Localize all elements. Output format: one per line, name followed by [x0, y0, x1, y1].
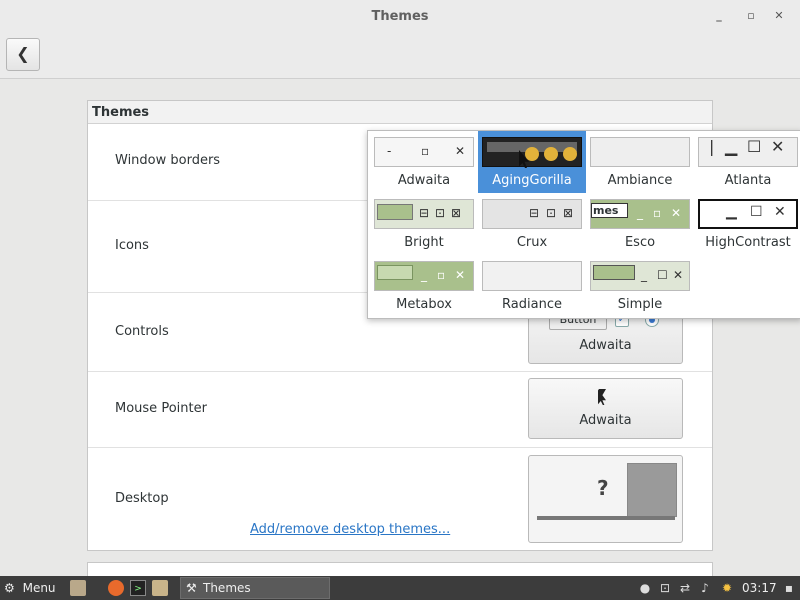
theme-tile-bright[interactable]: ⊟ ⊡ ⊠ Bright — [370, 193, 478, 255]
network-icon[interactable]: ⇄ — [678, 580, 692, 596]
esco-thumb-text: mes — [591, 203, 628, 218]
aginggorilla-thumbnail — [482, 137, 582, 167]
chevron-left-icon: ❮ — [16, 44, 30, 63]
radiance-thumbnail — [482, 261, 582, 291]
clock[interactable]: 03:17 — [742, 576, 777, 600]
window-border-theme-popover: - ▫ ✕ Adwaita AgingGorilla Ambiance | ▁ ☐ ✕ A… — [367, 130, 800, 319]
theme-tile-highcontrast[interactable]: ▁ ☐ ✕ HighContrast — [694, 193, 800, 255]
window-titlebar: Themes _ ▫ ✕ — [0, 0, 800, 32]
user-icon[interactable]: ● — [638, 580, 652, 596]
theme-tile-esco[interactable]: mes _ ▫ ✕ Esco — [586, 193, 694, 255]
window-borders-label: Window borders — [115, 153, 221, 168]
gear-menu-icon: ⚙ — [4, 581, 15, 595]
themes-tool-icon: ⚒ — [186, 581, 197, 595]
theme-name: Ambiance — [607, 173, 673, 188]
theme-tile-crux[interactable]: ⊟ ⊡ ⊠ Crux — [478, 193, 586, 255]
close-window-button[interactable]: ✕ — [772, 9, 786, 23]
desktop-preview-panel — [537, 516, 675, 520]
atlanta-thumbnail: | ▁ ☐ ✕ — [698, 137, 798, 167]
theme-tile-adwaita[interactable]: - ▫ ✕ Adwaita — [370, 131, 478, 193]
menu-label: Menu — [22, 581, 56, 595]
mouse-pointer-theme-picker[interactable]: Adwaita — [528, 378, 683, 439]
esco-thumbnail: mes _ ▫ ✕ — [590, 199, 690, 229]
header-bar: ❮ — [0, 32, 800, 79]
unknown-preview-icon: ? — [597, 476, 609, 500]
theme-name: Radiance — [502, 297, 562, 312]
adwaita-thumbnail: - ▫ ✕ — [374, 137, 474, 167]
ambiance-thumbnail — [590, 137, 690, 167]
theme-tile-aginggorilla[interactable]: AgingGorilla — [478, 131, 586, 193]
menu-button[interactable]: ⚙ Menu — [4, 576, 56, 600]
metabox-thumbnail: _ ▫ ✕ — [374, 261, 474, 291]
taskbar-task-themes[interactable]: ⚒ Themes — [180, 577, 330, 599]
mouse-pointer-theme-name: Adwaita — [579, 413, 632, 428]
terminal-launcher-icon[interactable]: > — [130, 580, 146, 596]
highcontrast-thumbnail: ▁ ☐ ✕ — [698, 199, 798, 229]
back-button[interactable]: ❮ — [6, 38, 40, 71]
taskbar: ⚙ Menu > ⚒ Themes ● ⊡ ⇄ ♪ ✹ 03:17 ▪ — [0, 576, 800, 600]
themes-panel-header: Themes — [88, 101, 712, 124]
maximize-button[interactable]: ▫ — [744, 9, 758, 23]
theme-tile-metabox[interactable]: _ ▫ ✕ Metabox — [370, 255, 478, 317]
controls-theme-name: Adwaita — [579, 338, 632, 353]
minimize-button[interactable]: _ — [712, 9, 726, 23]
weather-icon[interactable]: ✹ — [720, 580, 734, 596]
theme-name: Bright — [404, 235, 444, 250]
file-manager-launcher-icon[interactable] — [70, 580, 86, 596]
desktop-row: Desktop Add/remove desktop themes... ? — [88, 448, 712, 550]
desktop-preview-window — [627, 463, 677, 517]
add-remove-desktop-themes-link[interactable]: Add/remove desktop themes... — [250, 522, 450, 537]
theme-name: Esco — [624, 235, 656, 250]
show-desktop-icon[interactable]: ▪ — [782, 580, 796, 596]
theme-name: Atlanta — [724, 173, 772, 188]
desktop-theme-picker[interactable]: ? — [528, 455, 683, 543]
volume-icon[interactable]: ♪ — [698, 580, 712, 596]
controls-label: Controls — [115, 324, 169, 339]
mouse-pointer-label: Mouse Pointer — [115, 401, 207, 416]
simple-thumbnail: _ ☐ ✕ — [590, 261, 690, 291]
theme-name: Simple — [617, 297, 663, 312]
theme-tile-atlanta[interactable]: | ▁ ☐ ✕ Atlanta — [694, 131, 800, 193]
folder-launcher-icon[interactable] — [152, 580, 168, 596]
theme-name: Adwaita — [397, 173, 451, 188]
window-title: Themes — [371, 9, 429, 24]
icons-label: Icons — [115, 238, 149, 253]
theme-tile-simple[interactable]: _ ☐ ✕ Simple — [586, 255, 694, 317]
desktop-label: Desktop — [115, 491, 169, 506]
theme-name: Crux — [516, 235, 548, 250]
crux-thumbnail: ⊟ ⊡ ⊠ — [482, 199, 582, 229]
bright-thumbnail: ⊟ ⊡ ⊠ — [374, 199, 474, 229]
theme-tile-ambiance[interactable]: Ambiance — [586, 131, 694, 193]
task-label: Themes — [203, 581, 251, 595]
theme-name: AgingGorilla — [492, 173, 572, 188]
theme-tile-radiance[interactable]: Radiance — [478, 255, 586, 317]
mouse-pointer-row: Mouse Pointer Adwaita — [88, 372, 712, 448]
firefox-launcher-icon[interactable] — [108, 580, 124, 596]
theme-name: Metabox — [396, 297, 452, 312]
update-manager-icon[interactable]: ⊡ — [658, 580, 672, 596]
theme-name: HighContrast — [705, 235, 791, 250]
